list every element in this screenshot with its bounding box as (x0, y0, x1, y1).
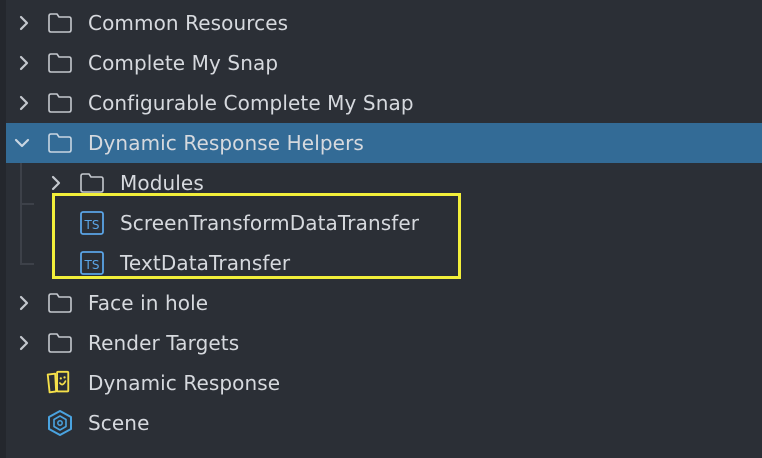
chevron-down-icon[interactable] (12, 133, 32, 153)
chevron-right-icon[interactable] (14, 93, 34, 113)
folder-icon (46, 129, 74, 157)
folder-icon (46, 49, 74, 77)
tree-item-dynamic-response-helpers[interactable]: Dynamic Response Helpers (6, 123, 762, 163)
tree-item-label: Scene (88, 411, 150, 435)
scene-icon (46, 409, 74, 437)
tree-item-label: Modules (120, 171, 204, 195)
tree-item-render-targets[interactable]: Render Targets (6, 323, 762, 363)
chevron-right-icon[interactable] (14, 333, 34, 353)
tree-item-complete-my-snap[interactable]: Complete My Snap (6, 43, 762, 83)
tree-item-label: Face in hole (88, 291, 209, 315)
tree-item-scene[interactable]: Scene (6, 403, 762, 443)
tree-item-label: Complete My Snap (88, 51, 279, 75)
folder-icon (46, 289, 74, 317)
asset-tree: Common Resources Complete My Snap Config… (0, 0, 762, 458)
tree-item-label: Common Resources (88, 11, 289, 35)
chevron-right-icon[interactable] (46, 173, 66, 193)
chevron-right-icon[interactable] (14, 53, 34, 73)
folder-icon (46, 89, 74, 117)
tree-item-common-resources[interactable]: Common Resources (6, 3, 762, 43)
tree-item-label: Dynamic Response Helpers (88, 131, 364, 155)
dynamic-response-icon (44, 369, 72, 397)
folder-icon (46, 329, 74, 357)
tree-item-label: Dynamic Response (88, 371, 281, 395)
tree-item-label: Render Targets (88, 331, 240, 355)
tree-item-label: Configurable Complete My Snap (88, 91, 414, 115)
folder-icon (46, 9, 74, 37)
highlight-box (52, 193, 461, 279)
chevron-right-icon[interactable] (14, 13, 34, 33)
chevron-right-icon[interactable] (14, 293, 34, 313)
tree-item-configurable-complete-my-snap[interactable]: Configurable Complete My Snap (6, 83, 762, 123)
tree-item-face-in-hole[interactable]: Face in hole (6, 283, 762, 323)
tree-item-dynamic-response[interactable]: Dynamic Response (6, 363, 762, 403)
